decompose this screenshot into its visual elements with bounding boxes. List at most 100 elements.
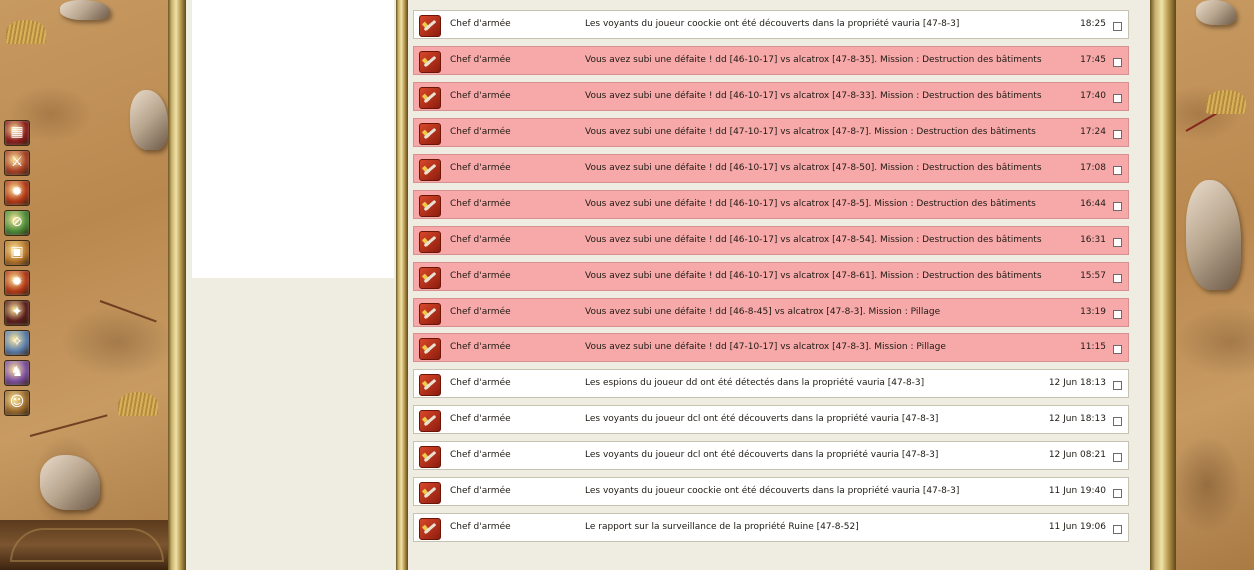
calendar-icon[interactable]: ▦ (4, 120, 30, 146)
calendar-icon-glyph: ▦ (10, 124, 24, 140)
message-time: 12 Jun 08:21 (1048, 450, 1106, 460)
message-row[interactable]: Chef d'armée Les voyants du joueur dcl on… (413, 441, 1129, 470)
treasure-icon[interactable]: ▣ (4, 240, 30, 266)
message-sender[interactable]: Chef d'armée (450, 450, 511, 460)
message-time: 12 Jun 18:13 (1048, 378, 1106, 388)
army-report-icon (419, 15, 441, 37)
message-checkbox[interactable] (1113, 58, 1122, 67)
message-time: 17:24 (1080, 127, 1106, 137)
army-report-icon (419, 518, 441, 540)
message-checkbox[interactable] (1113, 202, 1122, 211)
troops-icon[interactable]: ⚔ (4, 150, 30, 176)
message-checkbox[interactable] (1113, 22, 1122, 31)
fire-attack-icon-glyph: ✹ (11, 274, 23, 290)
message-sender[interactable]: Chef d'armée (450, 163, 511, 173)
message-time: 15:57 (1080, 271, 1106, 281)
army-report-icon (419, 303, 441, 325)
message-sender[interactable]: Chef d'armée (450, 378, 511, 388)
message-row[interactable]: Chef d'armée Les espions du joueur dd ont… (413, 369, 1129, 398)
message-subject[interactable]: Les voyants du joueur dcl ont été découv… (585, 450, 938, 460)
message-checkbox[interactable] (1113, 525, 1122, 534)
message-sender[interactable]: Chef d'armée (450, 199, 511, 209)
message-time: 16:44 (1080, 199, 1106, 209)
message-subject[interactable]: Le rapport sur la surveillance de la pro… (585, 522, 859, 532)
nav-icon-column: ▦ ⚔ ✹ ⊘ ▣ ✹ ✦ ✧ ♞ ☺ (2, 120, 30, 420)
message-row-defeat[interactable]: Chef d'armée Vous avez subi une défaite !… (413, 298, 1129, 327)
message-row-defeat[interactable]: Chef d'armée Vous avez subi une défaite !… (413, 262, 1129, 291)
army-report-icon (419, 231, 441, 253)
message-row[interactable]: Chef d'armée Les voyants du joueur coocki… (413, 477, 1129, 506)
message-checkbox[interactable] (1113, 238, 1122, 247)
grass-tuft (6, 20, 46, 44)
message-checkbox[interactable] (1113, 166, 1122, 175)
message-time: 11 Jun 19:40 (1048, 486, 1106, 496)
crack (99, 300, 157, 323)
message-time: 17:40 (1080, 91, 1106, 101)
message-subject[interactable]: Vous avez subi une défaite ! dd [47-10-1… (585, 127, 1036, 137)
message-subject[interactable]: Vous avez subi une défaite ! dd [46-10-1… (585, 199, 1036, 209)
hero-icon-glyph: ☺ (9, 394, 25, 410)
message-row-defeat[interactable]: Chef d'armée Vous avez subi une défaite !… (413, 46, 1129, 75)
message-checkbox[interactable] (1113, 381, 1122, 390)
message-sender[interactable]: Chef d'armée (450, 342, 511, 352)
message-subject[interactable]: Vous avez subi une défaite ! dd [46-10-1… (585, 271, 1042, 281)
message-sender[interactable]: Chef d'armée (450, 235, 511, 245)
message-subject[interactable]: Les voyants du joueur dcl ont été découv… (585, 414, 938, 424)
no-attack-icon[interactable]: ⊘ (4, 210, 30, 236)
grass-tuft (118, 392, 158, 416)
message-sender[interactable]: Chef d'armée (450, 127, 511, 137)
message-subject[interactable]: Vous avez subi une défaite ! dd [47-10-1… (585, 342, 946, 352)
message-row-defeat[interactable]: Chef d'armée Vous avez subi une défaite !… (413, 226, 1129, 255)
message-row-defeat[interactable]: Chef d'armée Vous avez subi une défaite !… (413, 154, 1129, 183)
message-checkbox[interactable] (1113, 310, 1122, 319)
scout-icon[interactable]: ✦ (4, 300, 30, 326)
message-sender[interactable]: Chef d'armée (450, 307, 511, 317)
message-sender[interactable]: Chef d'armée (450, 522, 511, 532)
fire-icon[interactable]: ✹ (4, 180, 30, 206)
message-subject[interactable]: Vous avez subi une défaite ! dd [46-8-45… (585, 307, 940, 317)
message-subject[interactable]: Les espions du joueur dd ont été détecté… (585, 378, 924, 388)
message-sender[interactable]: Chef d'armée (450, 271, 511, 281)
message-subject[interactable]: Vous avez subi une défaite ! dd [46-10-1… (585, 91, 1042, 101)
message-checkbox[interactable] (1113, 274, 1122, 283)
message-row-defeat[interactable]: Chef d'armée Vous avez subi une défaite !… (413, 333, 1129, 362)
message-sender[interactable]: Chef d'armée (450, 19, 511, 29)
message-subject[interactable]: Vous avez subi une défaite ! dd [46-10-1… (585, 55, 1042, 65)
message-checkbox[interactable] (1113, 130, 1122, 139)
treasure-icon-glyph: ▣ (10, 244, 24, 260)
message-time: 17:45 (1080, 55, 1106, 65)
message-checkbox[interactable] (1113, 345, 1122, 354)
rock (130, 90, 168, 150)
message-sender[interactable]: Chef d'armée (450, 486, 511, 496)
message-checkbox[interactable] (1113, 94, 1122, 103)
rock (60, 0, 110, 20)
message-row-defeat[interactable]: Chef d'armée Vous avez subi une défaite !… (413, 118, 1129, 147)
message-row-defeat[interactable]: Chef d'armée Vous avez subi une défaite !… (413, 190, 1129, 219)
message-sender[interactable]: Chef d'armée (450, 414, 511, 424)
army-report-icon (419, 374, 441, 396)
army-report-icon (419, 482, 441, 504)
message-time: 17:08 (1080, 163, 1106, 173)
message-row[interactable]: Chef d'armée Les voyants du joueur coocki… (413, 10, 1129, 39)
message-sender[interactable]: Chef d'armée (450, 55, 511, 65)
message-checkbox[interactable] (1113, 453, 1122, 462)
message-time: 11 Jun 19:06 (1048, 522, 1106, 532)
message-subject[interactable]: Les voyants du joueur coockie ont été dé… (585, 486, 959, 496)
message-row[interactable]: Chef d'armée Le rapport sur la surveillan… (413, 513, 1129, 542)
message-subject[interactable]: Vous avez subi une défaite ! dd [46-10-1… (585, 163, 1042, 173)
hero-icon[interactable]: ☺ (4, 390, 30, 416)
message-row-defeat[interactable]: Chef d'armée Vous avez subi une défaite !… (413, 82, 1129, 111)
message-subject[interactable]: Vous avez subi une défaite ! dd [46-10-1… (585, 235, 1042, 245)
message-row[interactable]: Chef d'armée Les voyants du joueur dcl on… (413, 405, 1129, 434)
scout-icon-glyph: ✦ (11, 304, 23, 320)
spy-icon[interactable]: ♞ (4, 360, 30, 386)
message-sender[interactable]: Chef d'armée (450, 91, 511, 101)
fire-attack-icon[interactable]: ✹ (4, 270, 30, 296)
message-subject[interactable]: Les voyants du joueur coockie ont été dé… (585, 19, 959, 29)
gold-frame-right (1150, 0, 1176, 570)
message-checkbox[interactable] (1113, 489, 1122, 498)
magic-icon[interactable]: ✧ (4, 330, 30, 356)
message-checkbox[interactable] (1113, 417, 1122, 426)
message-time: 13:19 (1080, 307, 1106, 317)
gold-frame-left (168, 0, 186, 570)
